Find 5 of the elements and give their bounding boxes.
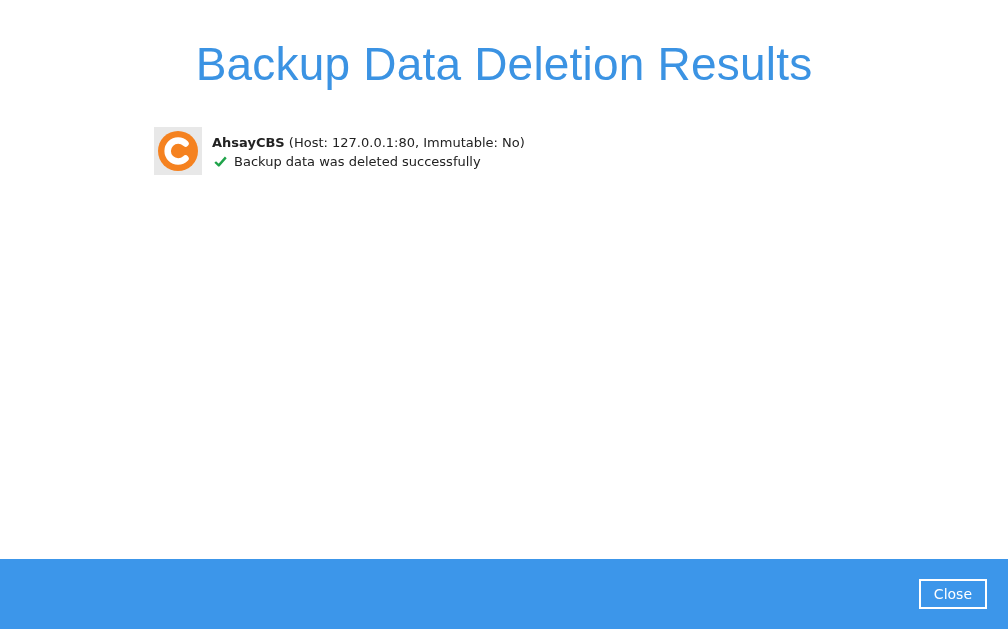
status-message: Backup data was deleted successfully — [234, 153, 481, 171]
c-logo-icon — [154, 127, 202, 175]
page-title: Backup Data Deletion Results — [195, 37, 813, 92]
close-button[interactable]: Close — [918, 579, 987, 609]
server-heading: AhsayCBS (Host: 127.0.0.1:80, Immutable: No) — [212, 134, 525, 152]
